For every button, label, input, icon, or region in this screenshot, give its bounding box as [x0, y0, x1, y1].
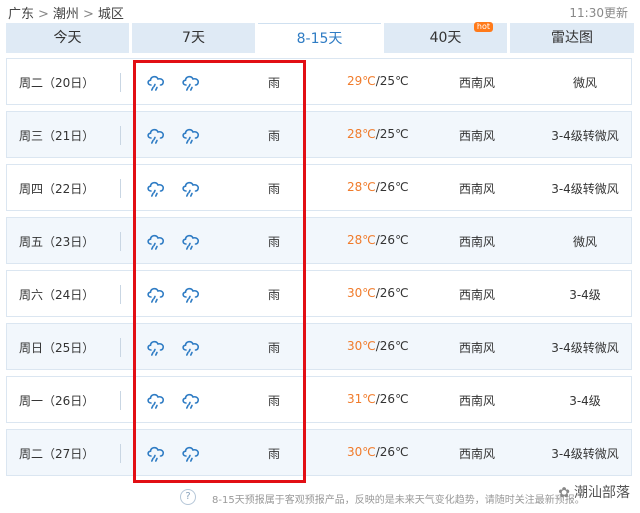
forecast-row: 周日（25日） 雨 30℃/26℃ 西南风 3-4级转微风: [6, 323, 632, 370]
forecast-date: 周六（24日）: [19, 288, 95, 302]
low-temp: /25℃: [375, 74, 409, 88]
tab-40-days[interactable]: 40天 hot: [384, 22, 507, 53]
wind-direction: 西南风: [459, 76, 496, 90]
forecast-row: 周二（27日） 雨 30℃/26℃ 西南风 3-4级转微风: [6, 429, 632, 476]
low-temp: /26℃: [375, 180, 409, 194]
breadcrumb: 广东 > 潮州 > 城区: [8, 3, 124, 22]
update-time: 11:30更新: [569, 6, 628, 20]
wind-direction: 西南风: [459, 129, 496, 143]
breadcrumb-district: 城区: [97, 7, 124, 22]
breadcrumb-province[interactable]: 广东: [8, 3, 34, 22]
question-icon[interactable]: ?: [180, 489, 196, 505]
forecast-date: 周日（25日）: [19, 341, 95, 355]
forecast-date: 周一（26日）: [19, 394, 95, 408]
divider: [120, 232, 121, 251]
wechat-icon: ✿: [558, 485, 570, 501]
high-temp: 30℃: [347, 445, 376, 459]
divider: [120, 179, 121, 198]
high-temp: 28℃: [347, 127, 376, 141]
top-bar: 广东 > 潮州 > 城区 11:30更新: [0, 0, 640, 22]
forecast-date: 周四（22日）: [19, 182, 95, 196]
forecast-row: 周二（20日） 雨 29℃/25℃ 西南风 微风: [6, 58, 632, 105]
wind-direction: 西南风: [459, 235, 496, 249]
forecast-note: 8-15天预报属于客观预报产品，反映的是未来天气变化趋势，请随时关注最新预报。: [212, 495, 585, 506]
low-temp: /26℃: [375, 339, 409, 353]
divider: [120, 391, 121, 410]
divider: [120, 126, 121, 145]
temperature-range: 31℃/26℃: [347, 392, 409, 406]
forecast-row: 周三（21日） 雨 28℃/25℃ 西南风 3-4级转微风: [6, 111, 632, 158]
wind-level: 3-4级转微风: [551, 182, 619, 196]
wind-level: 3-4级: [569, 288, 601, 302]
breadcrumb-separator: >: [38, 7, 49, 22]
wind-level: 3-4级转微风: [551, 129, 619, 143]
temperature-range: 28℃/26℃: [347, 180, 409, 194]
forecast-row: 周六（24日） 雨 30℃/26℃ 西南风 3-4级: [6, 270, 632, 317]
temperature-range: 28℃/25℃: [347, 127, 409, 141]
tab-8-15-days[interactable]: 8-15天: [258, 23, 381, 54]
wind-direction: 西南风: [459, 447, 496, 461]
temperature-range: 30℃/26℃: [347, 286, 409, 300]
hot-badge: hot: [473, 22, 493, 32]
wind-direction: 西南风: [459, 394, 496, 408]
temperature-range: 30℃/26℃: [347, 445, 409, 459]
footer: ? 8-15天预报属于客观预报产品，反映的是未来天气变化趋势，请随时关注最新预报…: [0, 485, 640, 513]
forecast-tabs: 今天 7天 8-15天 40天 hot 雷达图: [6, 22, 634, 54]
divider: [120, 285, 121, 304]
forecast-row: 周四（22日） 雨 28℃/26℃ 西南风 3-4级转微风: [6, 164, 632, 211]
high-temp: 29℃: [347, 74, 376, 88]
highlight-box: [133, 60, 306, 483]
divider: [120, 73, 121, 92]
divider: [120, 338, 121, 357]
wind-level: 3-4级转微风: [551, 341, 619, 355]
temperature-range: 28℃/26℃: [347, 233, 409, 247]
wind-direction: 西南风: [459, 288, 496, 302]
tab-40-days-label: 40天: [429, 30, 462, 46]
wind-level: 3-4级转微风: [551, 447, 619, 461]
low-temp: /26℃: [375, 392, 409, 406]
wind-level: 3-4级: [569, 394, 601, 408]
forecast-date: 周五（23日）: [19, 235, 95, 249]
tab-today[interactable]: 今天: [6, 23, 129, 53]
temperature-range: 30℃/26℃: [347, 339, 409, 353]
wind-direction: 西南风: [459, 341, 496, 355]
breadcrumb-separator: >: [82, 7, 94, 22]
high-temp: 31℃: [347, 392, 376, 406]
low-temp: /26℃: [375, 233, 409, 247]
low-temp: /26℃: [375, 445, 409, 459]
wind-direction: 西南风: [459, 182, 496, 196]
watermark: ✿ 潮汕部落: [558, 482, 630, 502]
forecast-date: 周二（27日）: [19, 447, 95, 461]
high-temp: 30℃: [347, 339, 376, 353]
wind-level: 微风: [572, 235, 597, 249]
forecast-date: 周三（21日）: [19, 129, 95, 143]
temperature-range: 29℃/25℃: [347, 74, 409, 88]
low-temp: /26℃: [375, 286, 409, 300]
high-temp: 28℃: [347, 180, 376, 194]
low-temp: /25℃: [375, 127, 409, 141]
wind-level: 微风: [572, 76, 597, 90]
high-temp: 28℃: [347, 233, 376, 247]
tab-radar[interactable]: 雷达图: [510, 23, 634, 53]
forecast-date: 周二（20日）: [19, 76, 95, 90]
forecast-row: 周一（26日） 雨 31℃/26℃ 西南风 3-4级: [6, 376, 632, 423]
tab-7-days[interactable]: 7天: [132, 23, 255, 53]
divider: [120, 444, 121, 463]
breadcrumb-city[interactable]: 潮州: [53, 3, 79, 22]
forecast-row: 周五（23日） 雨 28℃/26℃ 西南风 微风: [6, 217, 632, 264]
high-temp: 30℃: [347, 286, 376, 300]
watermark-text: 潮汕部落: [574, 485, 630, 501]
